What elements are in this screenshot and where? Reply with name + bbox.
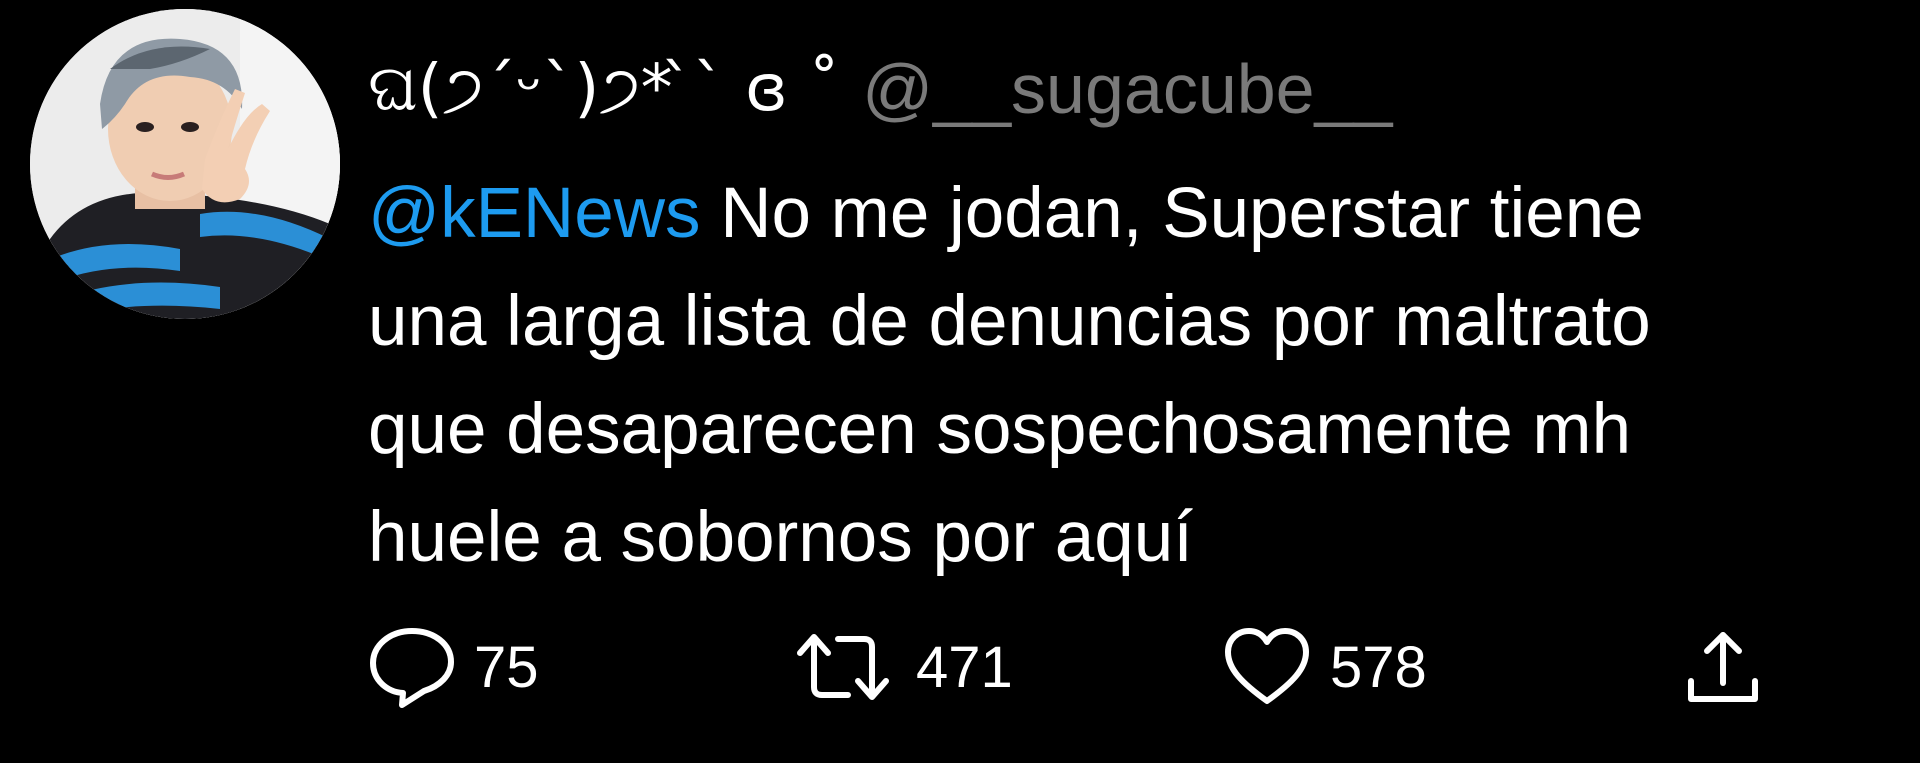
mention-link[interactable]: @kENews	[368, 174, 700, 253]
retweet-count: 471	[916, 634, 1013, 700]
user-handle[interactable]: @__sugacube__	[862, 49, 1392, 129]
tweet-line-3: que desaparecen sospechosamente mh	[368, 390, 1632, 469]
tweet-text: @kENews No me jodan, Superstar tiene una …	[368, 160, 1898, 592]
avatar-photo	[30, 9, 340, 319]
tweet-header: ଘ(੭ˊᵕˋ)੭* ̀ˋ ɞ ˚ @__sugacube__	[368, 44, 1392, 134]
heart-icon	[1222, 625, 1312, 709]
tweet-line-4: huele a sobornos por aquí	[368, 498, 1193, 577]
avatar[interactable]	[30, 9, 340, 319]
speech-bubble-icon	[368, 625, 456, 709]
retweet-arrows-icon	[788, 625, 898, 709]
display-name[interactable]: ଘ(੭ˊᵕˋ)੭* ̀ˋ ɞ ˚	[368, 52, 840, 126]
like-button[interactable]: 578	[1222, 625, 1427, 709]
like-count: 578	[1330, 634, 1427, 700]
share-button[interactable]	[1683, 625, 1763, 709]
retweet-button[interactable]: 471	[788, 625, 1013, 709]
tweet-line-2: una larga lista de denuncias por maltrat…	[368, 282, 1651, 361]
reply-count: 75	[474, 634, 539, 700]
tweet-line-1: No me jodan, Superstar tiene	[700, 174, 1644, 253]
reply-button[interactable]: 75	[368, 625, 539, 709]
share-upload-icon	[1683, 625, 1763, 709]
